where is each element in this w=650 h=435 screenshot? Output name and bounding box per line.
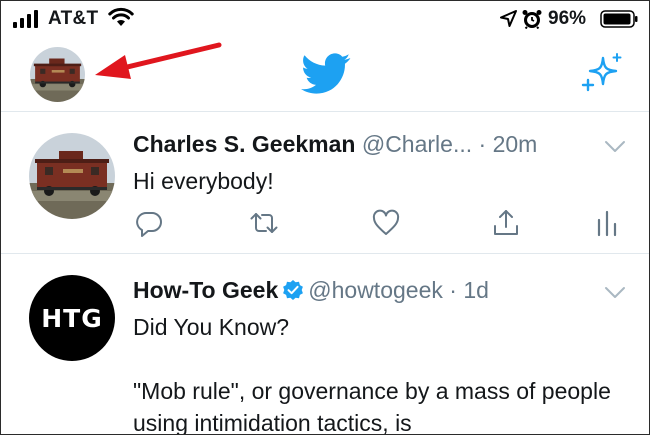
display-name[interactable]: How-To Geek (133, 277, 278, 303)
sparkle-icon[interactable] (579, 52, 623, 96)
tweet-text-line: Did You Know? (133, 314, 290, 340)
caboose-photo (29, 133, 115, 219)
wifi-icon (108, 7, 134, 26)
chevron-down-icon[interactable] (604, 140, 626, 154)
caboose-photo (30, 47, 85, 102)
like-icon[interactable] (371, 208, 401, 238)
user-handle: @howtogeek (308, 277, 443, 303)
analytics-icon[interactable] (592, 208, 622, 238)
tweet-header: Charles S. Geekman @Charle... · 20m (133, 131, 537, 158)
location-arrow-icon (500, 10, 517, 27)
tweet-text-line: "Mob rule", or governance by a mass of p… (133, 378, 611, 435)
red-arrow-annotation (95, 42, 222, 79)
tweet-author-avatar[interactable]: HTG (29, 275, 115, 361)
twitter-bird-logo (301, 53, 351, 94)
tweet-time: · 20m (478, 131, 538, 157)
battery-icon (600, 10, 638, 28)
user-handle: @Charle... (361, 131, 473, 157)
tweet-header: How-To Geek @howtogeek · 1d (133, 277, 489, 304)
tweet-item[interactable]: HTG How-To Geek @howtogeek · 1d Did You … (1, 255, 649, 435)
display-name[interactable]: Charles S. Geekman (133, 131, 355, 157)
profile-avatar[interactable] (30, 47, 85, 102)
retweet-icon[interactable] (249, 208, 279, 238)
share-icon[interactable] (491, 208, 521, 238)
status-bar: AT&T 96% (1, 1, 649, 39)
htg-logo: HTG (41, 303, 103, 333)
alarm-clock-icon (522, 10, 542, 29)
signal-bars-icon (13, 10, 38, 28)
tweet-text: Did You Know? "Mob rule", or governance … (133, 311, 638, 435)
tweet-item[interactable]: Charles S. Geekman @Charle... · 20m Hi e… (1, 113, 649, 254)
tweet-author-avatar[interactable] (29, 133, 115, 219)
tweet-text: Hi everybody! (133, 168, 274, 194)
screen-frame: AT&T 96% Charles S. Geekman @Charle... ·… (0, 0, 650, 435)
tweet-time: · 1d (449, 277, 489, 303)
carrier-label: AT&T (48, 8, 99, 29)
top-navigation-bar (1, 39, 649, 112)
battery-percentage: 96% (548, 8, 587, 29)
chevron-down-icon[interactable] (604, 286, 626, 300)
reply-icon[interactable] (134, 208, 164, 238)
verified-badge-icon (283, 280, 304, 300)
tweet-actions (1, 208, 649, 242)
